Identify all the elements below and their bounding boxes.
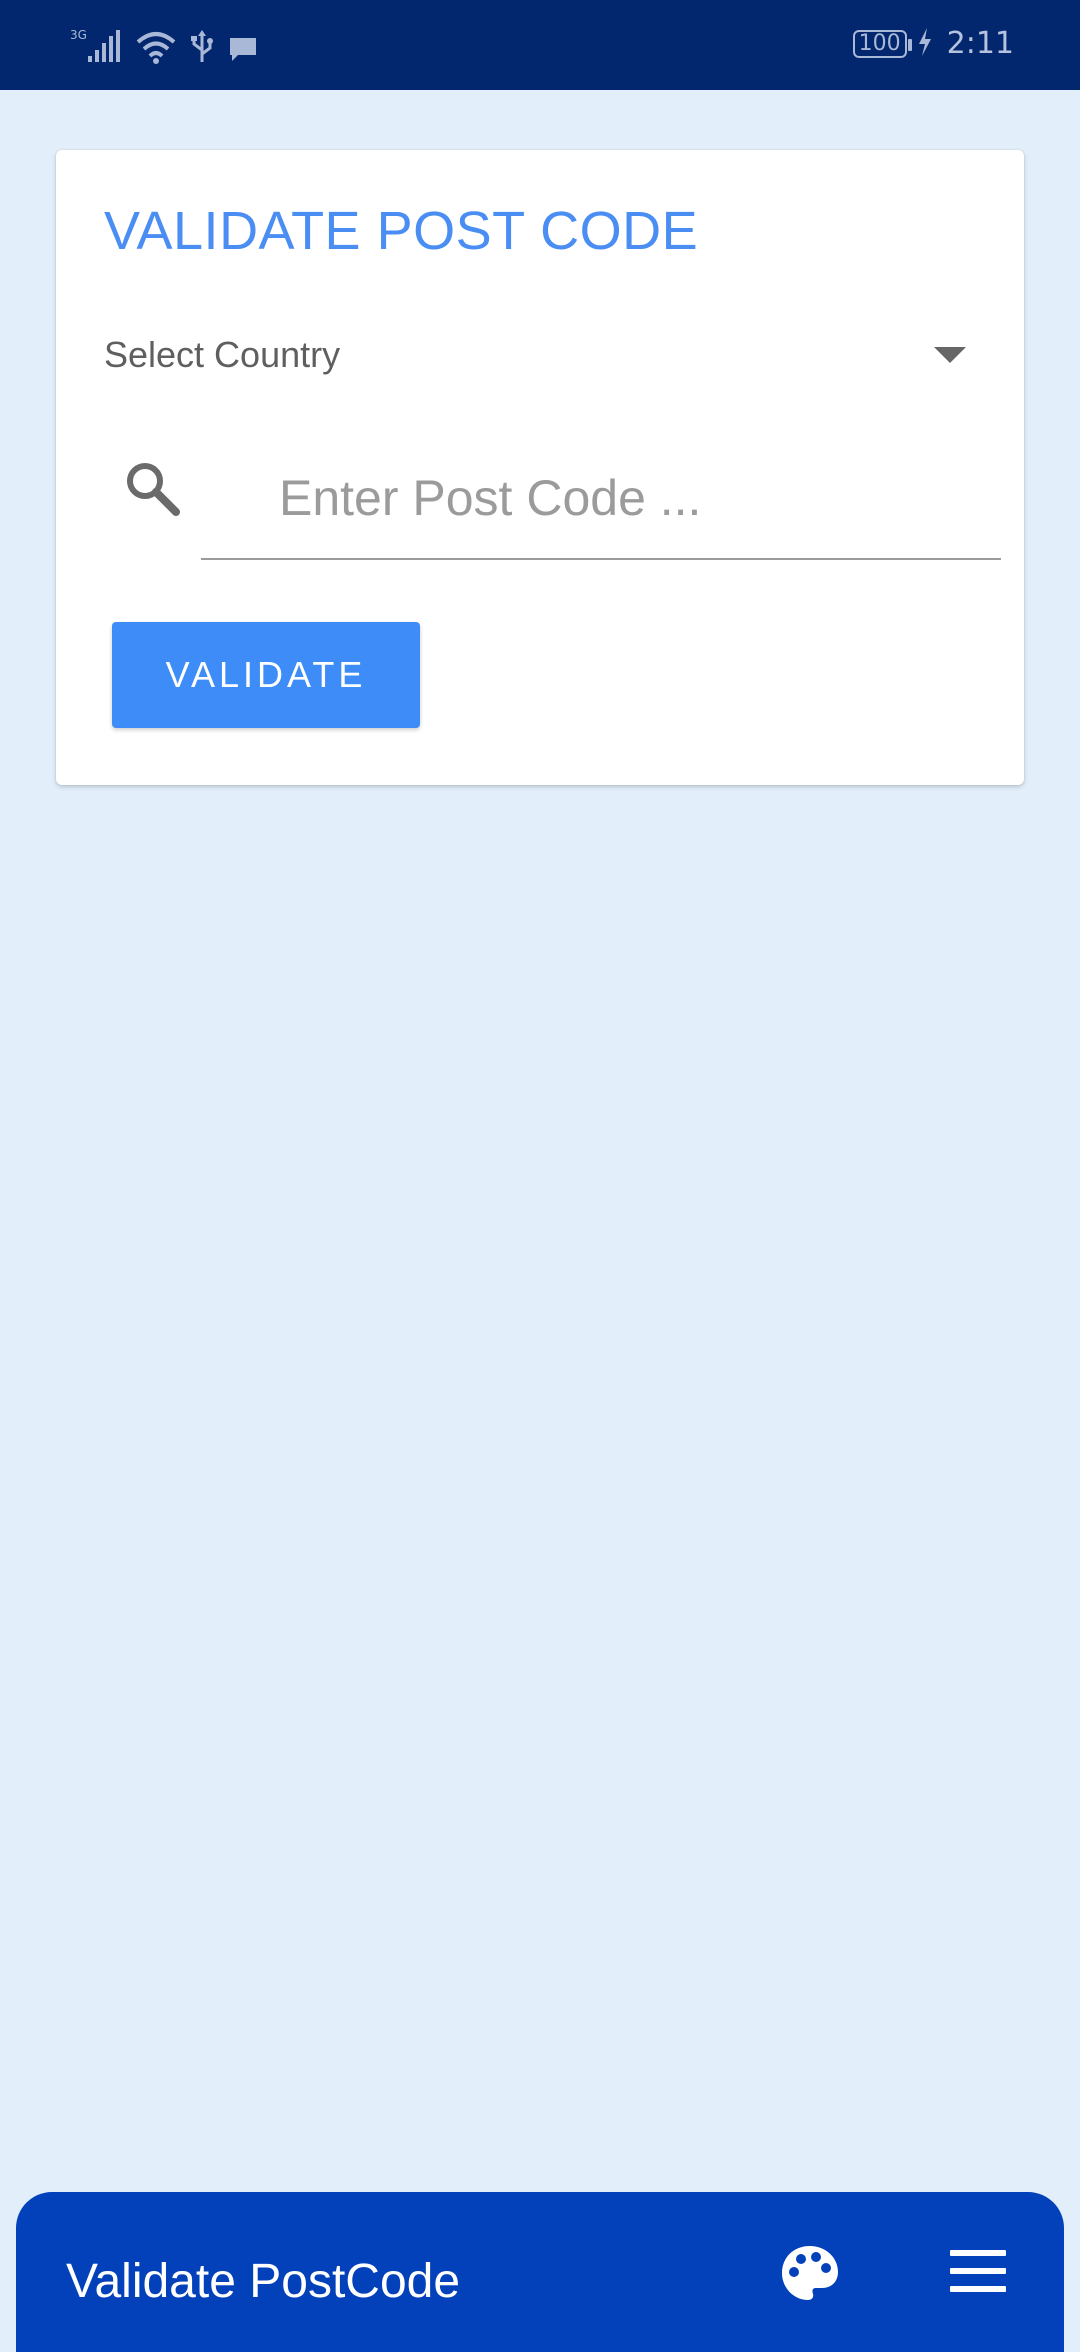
postcode-input[interactable] (201, 450, 1001, 560)
menu-icon-line (950, 2268, 1006, 2274)
message-icon (228, 34, 258, 64)
menu-icon-line (950, 2250, 1006, 2256)
menu-icon-line (950, 2286, 1006, 2292)
menu-icon[interactable] (950, 2248, 1010, 2298)
app-title: Validate PostCode (66, 2255, 461, 2308)
validate-card: VALIDATE POST CODE Select Country VALIDA… (56, 150, 1024, 785)
signal-icon: 3G (70, 28, 122, 64)
status-bar: 3G 100 2:11 (0, 0, 1080, 90)
dropdown-arrow-icon (934, 347, 966, 363)
charging-icon (917, 27, 933, 60)
battery-indicator: 100 (852, 29, 912, 58)
network-type-label: 3G (70, 28, 87, 42)
country-select[interactable]: Select Country (104, 325, 974, 385)
search-icon (122, 458, 182, 518)
bottom-app-bar: Validate PostCode (16, 2192, 1064, 2352)
palette-icon[interactable] (778, 2242, 842, 2306)
status-icons: 3G (70, 24, 258, 64)
usb-icon (190, 30, 214, 64)
status-right: 100 2:11 (852, 26, 1014, 61)
country-select-label: Select Country (104, 334, 341, 375)
validate-button[interactable]: VALIDATE (112, 622, 420, 728)
card-title: VALIDATE POST CODE (104, 201, 699, 261)
clock: 2:11 (946, 26, 1014, 61)
wifi-icon (136, 30, 176, 64)
